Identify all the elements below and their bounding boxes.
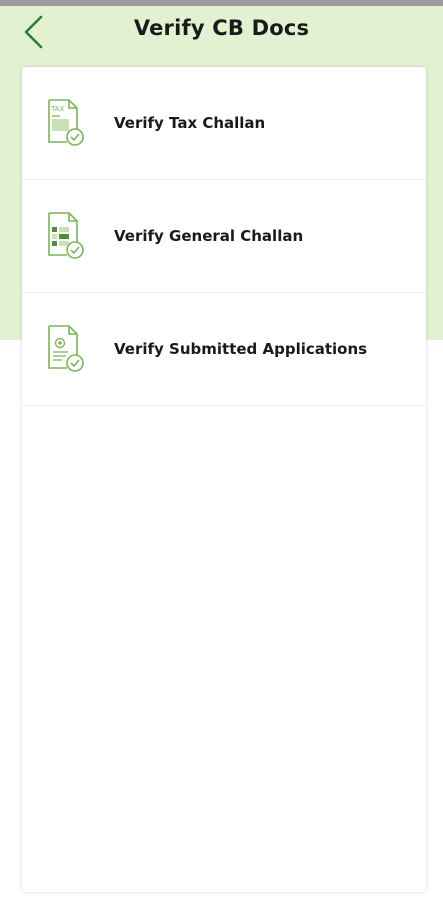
menu-item-label: Verify Tax Challan — [114, 114, 266, 132]
menu-item-label: Verify Submitted Applications — [114, 340, 368, 358]
application-check-icon — [48, 325, 84, 372]
menu-item-label: Verify General Challan — [114, 227, 304, 245]
general-challan-check-icon — [48, 212, 84, 259]
tax-document-check-icon: TAX — [48, 99, 84, 146]
menu-item-verify-submitted-applications[interactable]: Verify Submitted Applications — [22, 293, 426, 406]
menu-item-verify-tax-challan[interactable]: TAX Verify Tax Challan — [22, 67, 426, 180]
menu-item-verify-general-challan[interactable]: Verify General Challan — [22, 180, 426, 293]
page-title: Verify CB Docs — [133, 16, 310, 40]
tax-text: TAX — [50, 105, 65, 113]
menu-card: TAX Verify Tax Challan Verify General Ch… — [22, 67, 426, 892]
app-header: Verify CB Docs — [0, 6, 443, 58]
